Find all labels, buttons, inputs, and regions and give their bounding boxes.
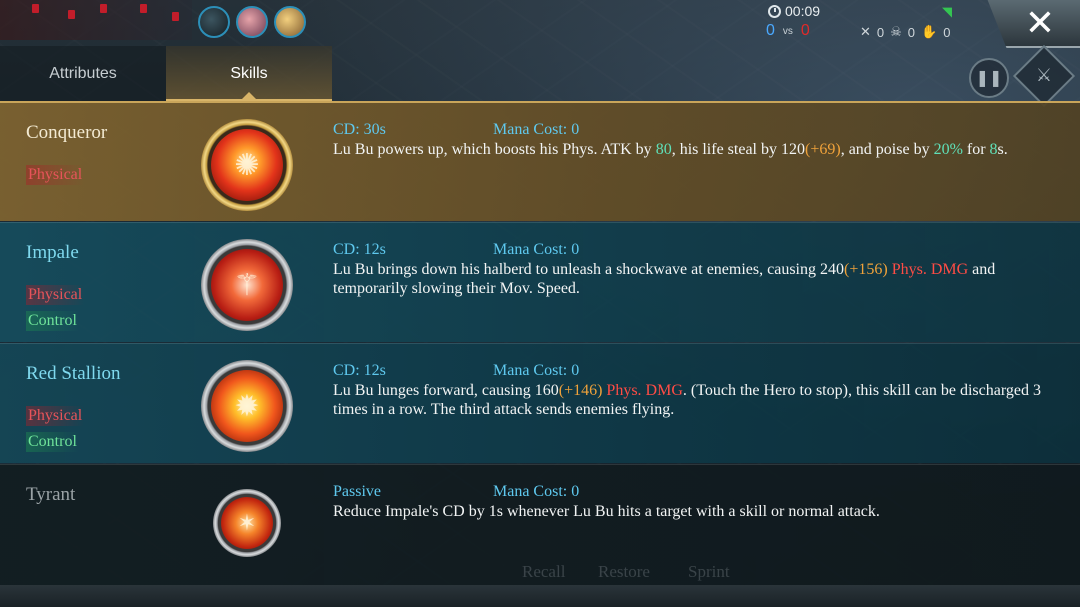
highlight-text: (+69) xyxy=(805,141,841,158)
highlight-text: 80 xyxy=(655,141,672,158)
timer-text: 00:09 xyxy=(785,3,821,19)
bottom-bar xyxy=(0,585,1080,607)
mana-cost-label: Mana Cost: 0 xyxy=(493,362,580,379)
cooldown-label: CD: 12s xyxy=(333,362,386,379)
skill-description: Reduce Impale's CD by 1s whenever Lu Bu … xyxy=(333,502,1063,521)
tag-physical: Physical xyxy=(26,285,85,305)
tag-physical: Physical xyxy=(26,406,85,426)
assists-count: 0 xyxy=(943,24,951,40)
close-icon[interactable]: ✕ xyxy=(1018,4,1062,44)
hero-portrait xyxy=(236,6,268,38)
mana-cost-label: Mana Cost: 0 xyxy=(493,483,580,500)
skill-icon: ⚚ xyxy=(201,239,293,331)
hero-portrait xyxy=(274,6,306,38)
description-text: for xyxy=(962,141,990,158)
info-tabs: Attributes Skills xyxy=(0,46,332,102)
highlight-text: 8 xyxy=(989,141,998,158)
blue-score: 0 xyxy=(766,22,775,39)
mana-cost-label: Mana Cost: 0 xyxy=(493,121,580,138)
enemy-marker xyxy=(100,4,107,13)
enemy-marker xyxy=(172,12,179,21)
description-text: Lu Bu powers up, which boosts his Phys. … xyxy=(333,141,656,158)
description-text: , and poise by xyxy=(840,141,934,158)
team-portraits xyxy=(198,6,306,38)
skill-meta: CD: 12s Mana Cost: 0 xyxy=(333,362,579,380)
blades-icon: ✶ xyxy=(237,510,257,536)
team-score: 0 vs 0 xyxy=(766,22,810,40)
red-score: 0 xyxy=(800,22,810,39)
enemy-marker xyxy=(32,4,39,13)
highlight-text: Phys. DMG xyxy=(606,382,683,399)
skill-meta: CD: 30s Mana Cost: 0 xyxy=(333,121,579,139)
kills-count: 0 xyxy=(876,24,885,40)
tab-skills[interactable]: Skills xyxy=(166,46,332,102)
tag-control: Control xyxy=(26,432,79,452)
tag-control: Control xyxy=(26,311,79,331)
recall-button-ghost: Recall xyxy=(522,562,566,581)
cooldown-label: CD: 12s xyxy=(333,241,386,258)
enemy-marker xyxy=(140,4,147,13)
mana-cost-label: Mana Cost: 0 xyxy=(493,241,580,258)
minimap-strip xyxy=(0,0,192,40)
skills-panel: Conqueror Physical ✺ CD: 30s Mana Cost: 0… xyxy=(0,101,1080,585)
skill-meta: CD: 12s Mana Cost: 0 xyxy=(333,241,579,259)
passive-label: Passive xyxy=(333,483,381,500)
skill-name: Red Stallion xyxy=(26,363,121,384)
skull-icon: ☠ xyxy=(890,24,902,39)
hero-portrait xyxy=(198,6,230,38)
highlight-text: Phys. DMG xyxy=(891,261,969,278)
restore-button-ghost: Restore xyxy=(598,562,650,581)
skill-name: Tyrant xyxy=(26,484,76,505)
enemy-marker xyxy=(68,10,75,19)
kills-icon: ✕ xyxy=(860,24,871,39)
description-text: Reduce Impale's CD by 1s whenever Lu Bu … xyxy=(333,503,880,520)
skill-description: Lu Bu lunges forward, causing 160(+146) … xyxy=(333,381,1063,419)
skill-description: Lu Bu brings down his halberd to unleash… xyxy=(333,260,1063,298)
skill-row-red-stallion[interactable]: Red Stallion Physical Control ✹ CD: 12s M… xyxy=(0,343,1080,463)
fire-burst-icon: ✹ xyxy=(234,388,260,424)
deaths-count: 0 xyxy=(907,24,916,40)
skill-icon: ✶ xyxy=(213,489,281,557)
sun-burst-icon: ✺ xyxy=(234,147,260,183)
skill-description: Lu Bu powers up, which boosts his Phys. … xyxy=(333,140,1063,159)
tab-attributes[interactable]: Attributes xyxy=(0,46,166,102)
vs-label: vs xyxy=(782,25,793,37)
description-text: s. xyxy=(997,141,1008,158)
clock-icon xyxy=(768,4,781,18)
cooldown-label: CD: 30s xyxy=(333,121,386,138)
wifi-icon: ◥ xyxy=(942,5,952,20)
assist-icon: ✋ xyxy=(921,24,938,39)
sprint-button-ghost: Sprint xyxy=(688,562,730,581)
skill-name: Conqueror xyxy=(26,122,108,143)
match-timer: 00:09 xyxy=(768,3,820,19)
kda-readout: ✕ 0 ☠ 0 ✋ 0 xyxy=(860,24,950,40)
skill-icon: ✹ xyxy=(201,360,293,452)
skill-name: Impale xyxy=(26,242,79,263)
skill-row-conqueror[interactable]: Conqueror Physical ✺ CD: 30s Mana Cost: 0… xyxy=(0,101,1080,221)
skill-meta: Passive Mana Cost: 0 xyxy=(333,483,579,501)
description-text: Lu Bu lunges forward, causing 160 xyxy=(333,382,559,399)
highlight-text: 20% xyxy=(933,141,963,158)
description-text: Lu Bu brings down his halberd to unleash… xyxy=(333,261,844,278)
pause-icon[interactable]: ❚❚ xyxy=(969,58,1009,98)
description-text: , his life steal by 120 xyxy=(671,141,805,158)
skill-row-impale[interactable]: Impale Physical Control ⚚ CD: 12s Mana Co… xyxy=(0,222,1080,342)
highlight-text: (+156) xyxy=(844,261,888,278)
highlight-text: (+146) xyxy=(558,382,603,399)
halberd-icon: ⚚ xyxy=(233,267,261,303)
tag-physical: Physical xyxy=(26,165,85,185)
skill-icon: ✺ xyxy=(201,119,293,211)
